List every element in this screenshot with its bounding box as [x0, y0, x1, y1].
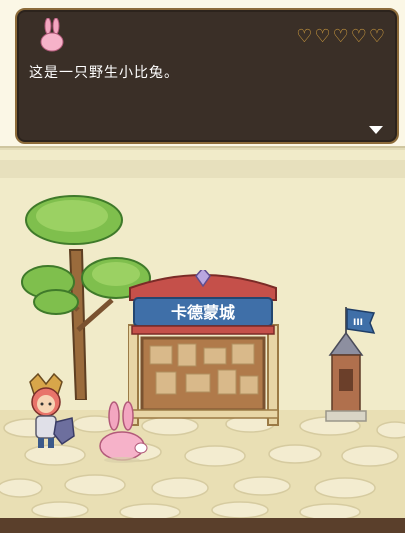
heart-outline-icon: ♡	[350, 26, 367, 47]
triangle-down-icon[interactable]	[369, 126, 383, 134]
guard-tower: III	[325, 307, 376, 422]
player-character[interactable]	[18, 372, 76, 452]
bunny-portrait-icon	[40, 18, 64, 52]
game-scene[interactable]: 卡德蒙城 III ♡ ♡ ♡ ♡ ♡ 这是一只野生小比兔。	[0, 0, 405, 533]
dialog-box[interactable]: ♡ ♡ ♡ ♡ ♡ 这是一只野生小比兔。	[15, 8, 399, 144]
heart-outline-icon: ♡	[368, 26, 385, 47]
ground-edge	[0, 518, 405, 533]
shop-sign: 卡德蒙城	[171, 303, 235, 322]
svg-text:III: III	[353, 318, 363, 328]
dialog-text: 这是一只野生小比兔。	[29, 65, 179, 81]
heart-outline-icon: ♡	[296, 26, 313, 47]
heart-outline-icon: ♡	[314, 26, 331, 47]
wall-trim	[0, 160, 405, 178]
shop-building[interactable]: 卡德蒙城	[128, 270, 288, 430]
heart-outline-icon: ♡	[332, 26, 349, 47]
wild-bunny[interactable]	[96, 400, 148, 466]
affinity-hearts: ♡ ♡ ♡ ♡ ♡	[296, 28, 385, 46]
